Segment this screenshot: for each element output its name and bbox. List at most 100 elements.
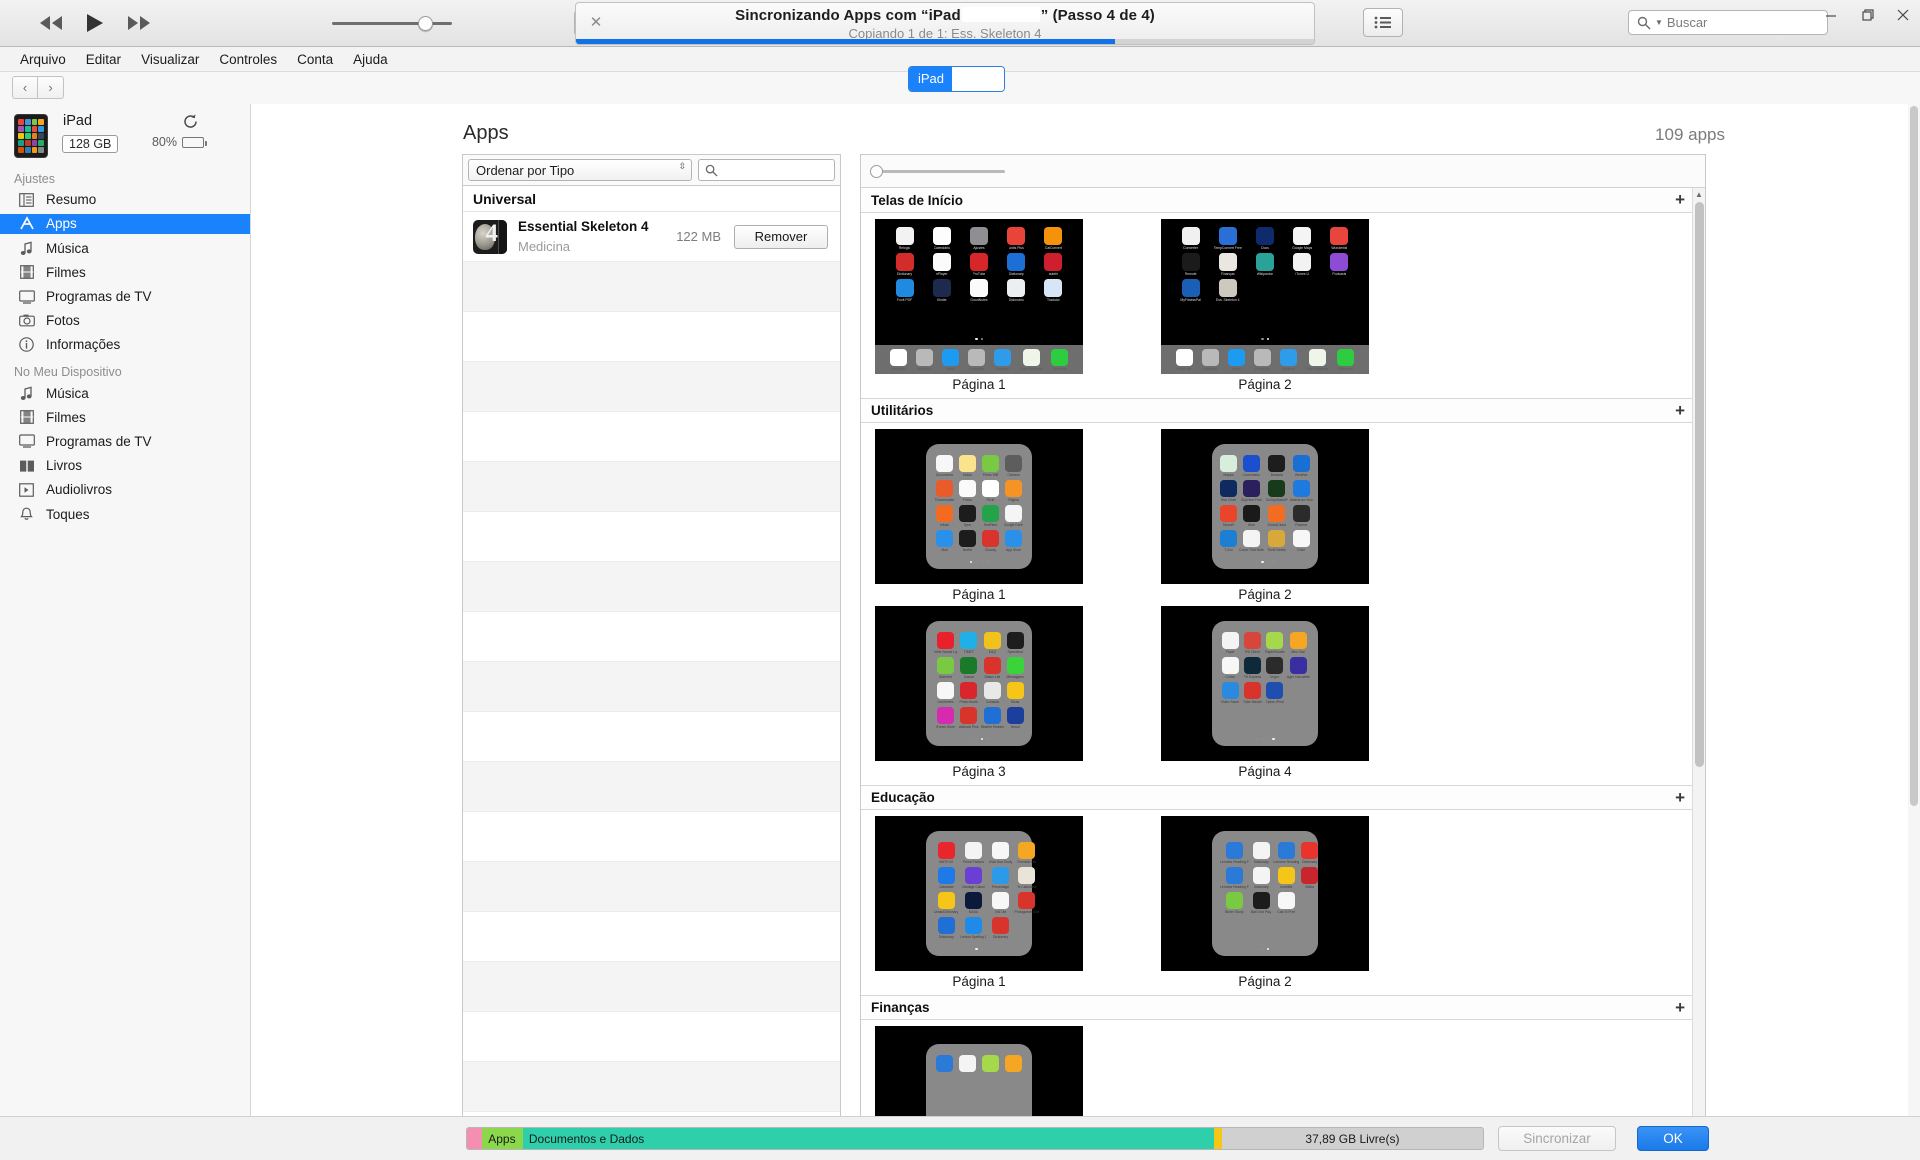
dock-app[interactable]: Khan Academy (1020, 349, 1043, 371)
home-screen-app[interactable]: Ball Grid Play (1251, 892, 1272, 914)
home-screen-app[interactable]: Calendário (924, 227, 959, 250)
home-screen-app[interactable]: SkyView Free (1239, 480, 1264, 502)
home-screen-app[interactable]: Dicionário (999, 279, 1034, 302)
home-screen-app[interactable]: Dictionary (887, 253, 922, 276)
home-screen-app[interactable]: Ess. Skeleton 4 (1210, 279, 1245, 302)
menu-item-visualizar[interactable]: Visualizar (131, 50, 209, 69)
sort-select-wrapper[interactable]: Ordenar por TipoOrdenar por NomeOrdenar … (468, 159, 692, 181)
thumbnail-zoom-slider[interactable] (861, 155, 1705, 188)
home-screen-app[interactable]: PaperHouder (1265, 632, 1285, 654)
home-screen-thumbnail[interactable]: MapasCronometroBussolaWeatherStar ChartS… (1161, 429, 1369, 584)
dock-app[interactable]: Arquivos (994, 349, 1011, 371)
home-screen-app[interactable]: TempConvert Free (1210, 227, 1245, 250)
ok-button[interactable]: OK (1637, 1126, 1709, 1151)
home-screen-app[interactable]: Photo Booth (959, 682, 979, 704)
home-screen-app[interactable]: Dicas (1006, 682, 1024, 704)
home-screen-page[interactable]: Lerndos Reading FDictionaryLerndos Readi… (1161, 816, 1447, 989)
home-screen-app[interactable]: TestFlare (980, 505, 1001, 527)
home-screen-thumbnail[interactable]: PaperRD ClientPaperHouderMeu VivoCortarP… (1161, 606, 1369, 761)
home-screen-app[interactable]: Dictionary (934, 917, 958, 939)
home-screen-app[interactable]: autelir (1036, 253, 1071, 276)
home-screen-app[interactable]: T-Zoo (1220, 530, 1237, 552)
menu-item-ajuda[interactable]: Ajuda (343, 50, 398, 69)
home-screen-app[interactable]: SoundCloud (1266, 505, 1288, 527)
sidebar-item-m-sica[interactable]: Música (0, 383, 250, 403)
rewind-icon[interactable] (38, 15, 64, 31)
home-screen-app[interactable]: Status Lite (981, 657, 1005, 679)
home-screen-app[interactable]: Infuse (934, 505, 955, 527)
home-screen-app[interactable]: Wikipanion (1247, 253, 1282, 276)
home-screen-app[interactable]: Tradutor (1036, 279, 1071, 302)
home-screen-app[interactable] (957, 1055, 978, 1073)
home-screen-app[interactable]: EAQ (981, 632, 1005, 654)
home-screen-thumbnail[interactable]: ConverterTempConvert FreeDocsGoogle Maps… (1161, 219, 1369, 374)
sidebar-item-programas-de-tv[interactable]: Programas de TV (0, 432, 250, 452)
home-screen-app[interactable] (1003, 1055, 1024, 1073)
home-screen-app[interactable] (934, 1055, 955, 1073)
home-screen-app[interactable]: NASA (960, 892, 986, 914)
home-screens-scrollbar[interactable]: ▲ ▼ (1692, 188, 1705, 1128)
home-screen-app[interactable]: ProTube (961, 253, 996, 276)
device-header[interactable]: iPad 128 GB 80% (0, 104, 250, 166)
home-screen-app[interactable]: Lerndos Reading F (1220, 842, 1249, 864)
home-screen-app[interactable]: Ager Calculette (1287, 657, 1310, 679)
home-screen-app[interactable]: Lembretes (934, 682, 957, 704)
home-screen-app[interactable]: Google Maps (1285, 227, 1320, 250)
close-button[interactable] (1896, 8, 1910, 22)
home-screen-app[interactable]: MATH 42 (934, 842, 958, 864)
home-screen-app[interactable]: Ajustes (961, 227, 996, 250)
home-screen-app[interactable]: Docs (1247, 227, 1282, 250)
sidebar-item-filmes[interactable]: Filmes (0, 408, 250, 428)
sidebar-item-audiolivros[interactable]: Audiolivros (0, 480, 250, 500)
maximize-button[interactable] (1860, 8, 1874, 22)
home-screen-app[interactable]: Bussola (1266, 455, 1288, 477)
home-screen-app[interactable]: App Store (1003, 530, 1024, 552)
home-screen-thumbnail[interactable]: MATH 42Prime FactorseSax Asa StudyFormul… (875, 816, 1083, 971)
plus-icon[interactable]: + (1675, 791, 1685, 805)
app-row[interactable]: 4Essential Skeleton 4Medicina122 MBRemov… (463, 212, 840, 262)
window-scrollbar-thumb[interactable] (1910, 106, 1918, 806)
window-scrollbar[interactable] (1908, 104, 1920, 1116)
dock-app[interactable]: Numbers (1337, 349, 1354, 371)
home-screen-app[interactable]: Bioter Study (1220, 892, 1249, 914)
home-screen-app[interactable]: Weather (1290, 455, 1313, 477)
home-screen-app[interactable]: Relógio (887, 227, 922, 250)
dock-app[interactable]: Utilitários (916, 349, 933, 371)
menu-item-controles[interactable]: Controles (209, 50, 287, 69)
home-screen-app[interactable]: Cronometro (1239, 455, 1264, 477)
dock-app[interactable]: Numbers (1051, 349, 1068, 371)
sidebar-item-livros[interactable]: Livros (0, 456, 250, 476)
sidebar-item-fotos[interactable]: Fotos (0, 311, 250, 331)
home-screen-app[interactable]: Epson iPrint (1265, 682, 1285, 704)
search-box[interactable]: ▼ (1628, 10, 1828, 35)
home-screen-app[interactable]: GoodNotes (961, 279, 996, 302)
search-input[interactable] (1667, 15, 1817, 30)
home-screen-app[interactable]: Câmera (1003, 455, 1024, 477)
home-screen-app[interactable]: Speedtest (1006, 632, 1024, 654)
home-screen-app[interactable]: Photo Wifi (980, 455, 1001, 477)
home-screen-page[interactable]: MATH 42Prime FactorseSax Asa StudyFormul… (875, 816, 1161, 989)
home-screen-app[interactable]: Calculator (934, 867, 958, 889)
home-screen-app[interactable]: UrbanDictionary (934, 892, 958, 914)
home-screen-app[interactable]: % Calculator (1014, 867, 1039, 889)
home-screen-app[interactable]: Bíblia (1301, 867, 1318, 889)
sidebar-item-m-sica[interactable]: Música (0, 238, 250, 258)
home-screen-app[interactable]: Sync (957, 505, 978, 527)
home-screen-app[interactable]: Remote (1173, 253, 1208, 276)
scrollbar-thumb[interactable] (1695, 202, 1704, 767)
back-button[interactable]: ‹ (12, 76, 38, 99)
home-screen-app[interactable]: Finanças (1210, 253, 1245, 276)
home-screen-page[interactable]: RelógioCalendárioAjustesUnits PlusCalCon… (875, 219, 1161, 392)
home-screen-app[interactable]: TDownloader (934, 480, 955, 502)
home-screen-app[interactable]: MoonR (1220, 505, 1237, 527)
home-screen-app[interactable]: Flickr (980, 480, 1001, 502)
home-screen-app[interactable]: Units Plus (999, 227, 1034, 250)
scroll-up-arrow-icon[interactable]: ▲ (1693, 188, 1705, 201)
home-screen-app[interactable]: Percentage (989, 867, 1013, 889)
dock-app[interactable]: Khan Academy (1306, 349, 1329, 371)
dock-app[interactable]: Safari (942, 349, 959, 371)
sidebar-item-resumo[interactable]: Resumo (0, 190, 250, 210)
home-screen-page[interactable]: MapasCronometroBussolaWeatherStar ChartS… (1161, 429, 1447, 602)
home-screen-app[interactable]: Vantage Calcul (960, 867, 986, 889)
home-screen-app[interactable]: iTunes Store (934, 707, 957, 729)
